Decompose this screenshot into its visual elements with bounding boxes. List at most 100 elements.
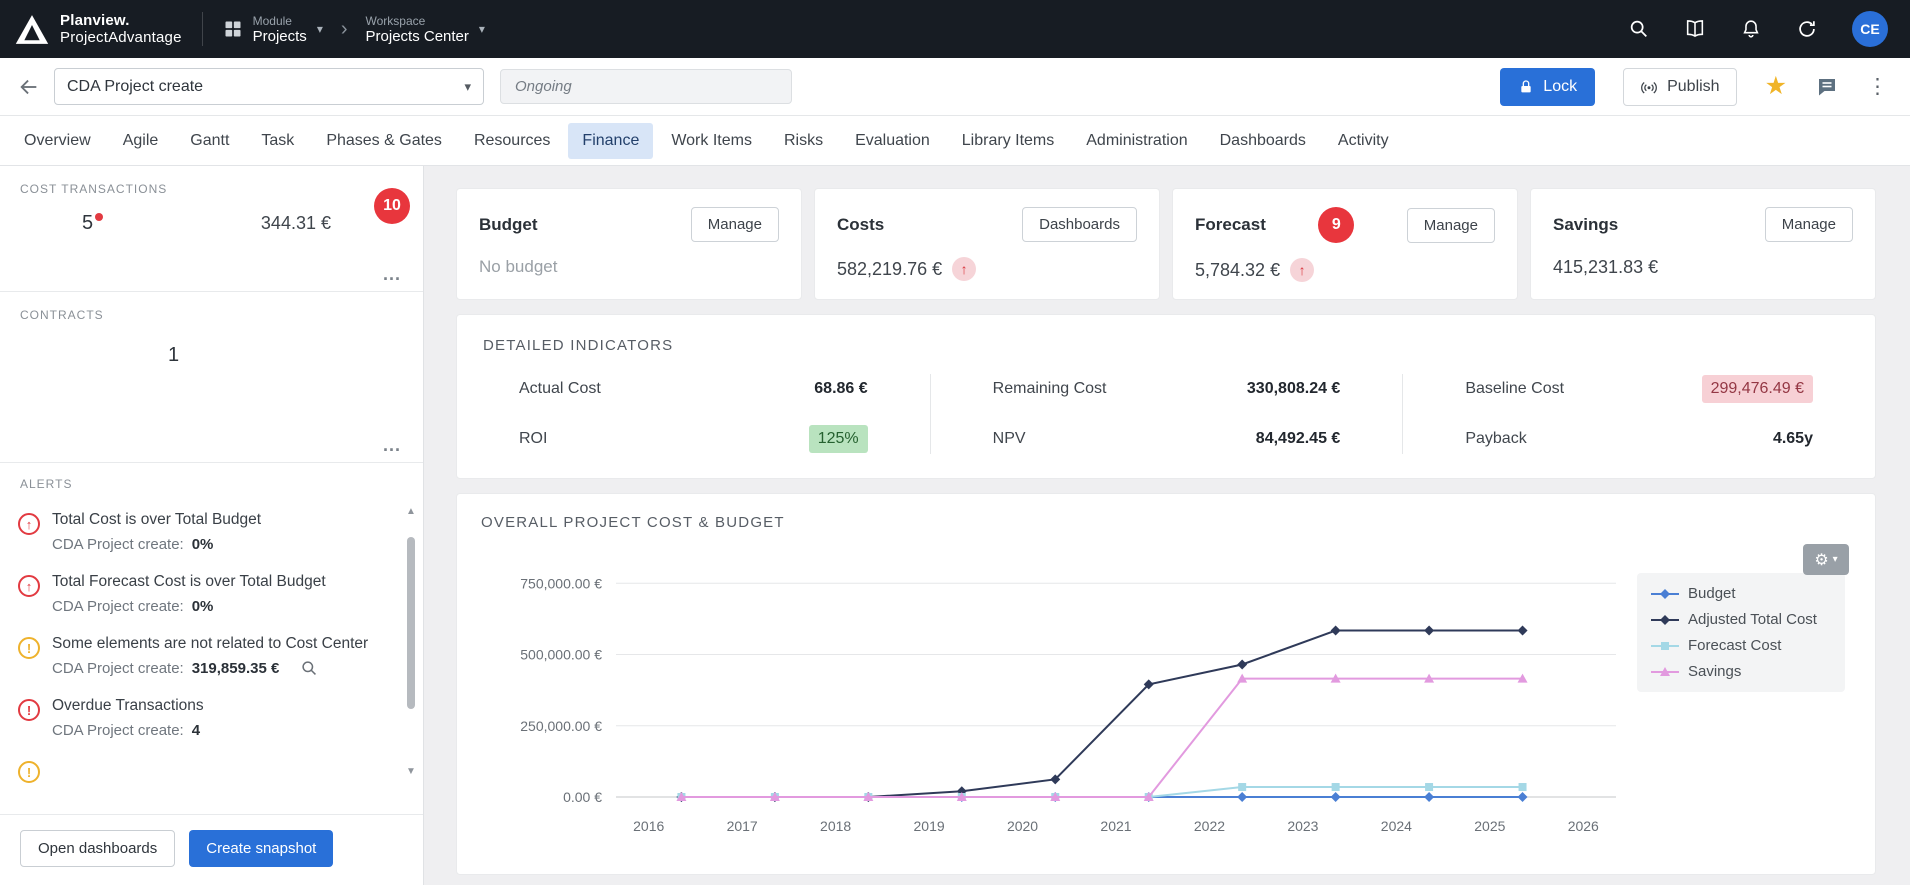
workspace-value: Projects Center	[366, 28, 469, 45]
tab-risks[interactable]: Risks	[770, 123, 837, 159]
search-icon[interactable]	[301, 660, 318, 677]
tab-overview[interactable]: Overview	[10, 123, 105, 159]
scrollbar-track[interactable]	[404, 517, 418, 767]
indicator-label: ROI	[519, 430, 547, 448]
alert-item[interactable]: !	[0, 749, 423, 791]
brand-logo[interactable]: Planview. ProjectAdvantage	[14, 12, 182, 47]
open-dashboards-button[interactable]: Open dashboards	[20, 830, 175, 867]
contracts-count[interactable]: 1	[168, 344, 403, 367]
user-avatar[interactable]: CE	[1852, 11, 1888, 47]
back-arrow-icon[interactable]	[18, 76, 40, 98]
scroll-down-icon[interactable]: ▼	[406, 767, 416, 777]
cost-budget-chart: 0.00 €250,000.00 €500,000.00 €750,000.00…	[481, 543, 1631, 843]
svg-text:0.00 €: 0.00 €	[563, 789, 602, 805]
module-value: Projects	[253, 28, 307, 45]
divider	[202, 12, 203, 46]
alerts-scrollbar[interactable]: ▲ ▼	[404, 507, 418, 777]
legend-item-adjusted-total-cost[interactable]: Adjusted Total Cost	[1651, 611, 1831, 628]
svg-text:2020: 2020	[1007, 818, 1038, 834]
publish-button[interactable]: Publish	[1623, 68, 1736, 106]
header-actions: Lock Publish ★ ⋮	[1500, 68, 1888, 106]
svg-text:750,000.00 €: 750,000.00 €	[520, 575, 602, 591]
kebab-menu-icon[interactable]: ⋮	[1867, 76, 1888, 97]
legend-item-budget[interactable]: Budget	[1651, 585, 1831, 602]
indicator-label: Payback	[1465, 430, 1526, 448]
legend-item-forecast-cost[interactable]: Forecast Cost	[1651, 637, 1831, 654]
tab-dashboards[interactable]: Dashboards	[1206, 123, 1320, 159]
module-selector[interactable]: Module Projects ▾	[223, 14, 323, 45]
chart-title: OVERALL PROJECT COST & BUDGET	[481, 514, 1851, 531]
scroll-up-icon[interactable]: ▲	[406, 507, 416, 517]
module-label: Module	[253, 14, 307, 28]
tab-agile[interactable]: Agile	[109, 123, 173, 159]
svg-text:2023: 2023	[1287, 818, 1318, 834]
tab-gantt[interactable]: Gantt	[176, 123, 243, 159]
lock-button[interactable]: Lock	[1500, 68, 1595, 106]
forecast-card-title: Forecast	[1195, 215, 1266, 235]
refresh-icon[interactable]	[1796, 18, 1818, 40]
costs-dashboards-button[interactable]: Dashboards	[1022, 207, 1137, 242]
top-bar: Planview. ProjectAdvantage Module Projec…	[0, 0, 1910, 58]
summary-cards-row: Budget Manage No budget Costs Dashboards…	[456, 188, 1876, 300]
workspace-label: Workspace	[366, 14, 469, 28]
cost-transactions-amount[interactable]: 344.31 €	[261, 213, 331, 234]
alert-item[interactable]: ↑Total Forecast Cost is over Total Budge…	[0, 563, 423, 625]
indicator-payback: Payback4.65y	[1465, 424, 1813, 454]
status-field[interactable]	[500, 69, 792, 104]
indicator-label: Remaining Cost	[993, 380, 1107, 398]
scrollbar-thumb[interactable]	[407, 537, 415, 709]
alert-exclamation-icon: !	[18, 637, 40, 659]
indicator-actual-cost: Actual Cost68.86 €	[519, 374, 868, 404]
svg-text:250,000.00 €: 250,000.00 €	[520, 718, 602, 734]
alerts-title: ALERTS	[0, 477, 423, 491]
cost-transactions-badge[interactable]: 10	[374, 188, 410, 224]
library-book-icon[interactable]	[1684, 18, 1706, 40]
alert-arrow-up-icon: ↑	[18, 575, 40, 597]
favorite-star-icon[interactable]: ★	[1765, 74, 1787, 99]
tab-finance[interactable]: Finance	[568, 123, 653, 159]
alert-title: Overdue Transactions	[52, 697, 204, 715]
indicator-label: Actual Cost	[519, 380, 601, 398]
cost-transactions-count[interactable]: 5	[82, 212, 103, 235]
svg-text:2017: 2017	[727, 818, 758, 834]
forecast-badge[interactable]: 9	[1318, 207, 1354, 243]
forecast-manage-button[interactable]: Manage	[1407, 208, 1495, 243]
detailed-indicators-title: DETAILED INDICATORS	[457, 337, 1875, 354]
gear-icon: ⚙	[1814, 550, 1828, 570]
cost-transactions-title: COST TRANSACTIONS	[20, 182, 403, 196]
legend-label: Savings	[1688, 663, 1741, 680]
alerts-section: ALERTS ↑Total Cost is over Total BudgetC…	[0, 463, 423, 814]
tab-library-items[interactable]: Library Items	[948, 123, 1068, 159]
tab-evaluation[interactable]: Evaluation	[841, 123, 944, 159]
tab-resources[interactable]: Resources	[460, 123, 564, 159]
svg-text:2024: 2024	[1381, 818, 1412, 834]
workspace-selector[interactable]: Workspace Projects Center ▾	[366, 14, 485, 45]
legend-item-savings[interactable]: Savings	[1651, 663, 1831, 680]
more-options-icon[interactable]: ...	[383, 264, 401, 285]
cost-budget-chart-panel: OVERALL PROJECT COST & BUDGET ⚙ ▾ 0.00 €…	[456, 493, 1876, 875]
feedback-icon[interactable]	[1815, 75, 1839, 99]
sidebar-footer: Open dashboards Create snapshot	[0, 814, 423, 885]
tab-activity[interactable]: Activity	[1324, 123, 1403, 159]
alert-body: Total Cost is over Total BudgetCDA Proje…	[52, 511, 261, 553]
savings-manage-button[interactable]: Manage	[1765, 207, 1853, 242]
indicators-column: Baseline Cost299,476.49 €Payback4.65y	[1402, 374, 1875, 454]
notifications-bell-icon[interactable]	[1740, 18, 1762, 40]
tab-work-items[interactable]: Work Items	[657, 123, 766, 159]
tab-phases-gates[interactable]: Phases & Gates	[312, 123, 456, 159]
tab-task[interactable]: Task	[247, 123, 308, 159]
more-options-icon[interactable]: ...	[383, 435, 401, 456]
indicator-value: 125%	[809, 425, 868, 453]
search-icon[interactable]	[1628, 18, 1650, 40]
tab-administration[interactable]: Administration	[1072, 123, 1201, 159]
alert-project-label: CDA Project create:	[52, 536, 184, 553]
budget-card: Budget Manage No budget	[456, 188, 802, 300]
alert-item[interactable]: !Some elements are not related to Cost C…	[0, 625, 423, 687]
create-snapshot-button[interactable]: Create snapshot	[189, 830, 333, 867]
budget-manage-button[interactable]: Manage	[691, 207, 779, 242]
alert-project-label: CDA Project create:	[52, 598, 184, 615]
alert-item[interactable]: ↑Total Cost is over Total BudgetCDA Proj…	[0, 501, 423, 563]
project-select[interactable]: CDA Project create ▾	[54, 68, 484, 105]
alert-item[interactable]: !Overdue TransactionsCDA Project create:…	[0, 687, 423, 749]
chart-settings-button[interactable]: ⚙ ▾	[1803, 544, 1849, 575]
